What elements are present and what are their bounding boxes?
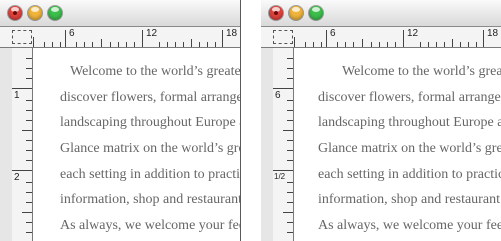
text-line: information, shop and restaurant not	[60, 192, 241, 208]
minimize-button[interactable]	[289, 6, 303, 20]
minimize-button[interactable]	[28, 6, 42, 20]
title-bar[interactable]	[0, 0, 240, 27]
text-line: each setting in addition to practical in	[60, 166, 241, 182]
document-window-left[interactable]: 6 12 18 1 2 Welcome to the world’s great…	[0, 0, 241, 241]
title-bar[interactable]	[261, 0, 501, 27]
hruler-label: 18	[226, 28, 238, 39]
text-line: As always, we welcome your feedbac	[318, 218, 501, 234]
text-line: each setting in addition to practical in	[318, 166, 501, 182]
hruler-label: 6	[330, 28, 336, 39]
text-line: As always, we welcome your feedback	[60, 218, 240, 234]
zoom-button[interactable]	[309, 6, 323, 20]
vertical-ruler[interactable]: 6 1/2	[273, 48, 294, 241]
document-text[interactable]: Welcome to the world’s greatest liv disc…	[318, 59, 501, 239]
vruler-label: 1/2	[274, 172, 286, 181]
text-line: discover flowers, formal arrangement	[318, 89, 501, 105]
hruler-label: 12	[146, 28, 158, 39]
zoom-button[interactable]	[48, 6, 62, 20]
close-button[interactable]	[8, 6, 22, 20]
text-line: landscaping throughout Europe and t	[60, 115, 240, 131]
vruler-label: 2	[14, 172, 20, 183]
vertical-ruler[interactable]: 1 2	[12, 48, 33, 241]
text-line: Glance matrix on the world’s greatest	[60, 141, 240, 157]
ruler-origin-marker[interactable]	[273, 30, 293, 44]
vruler-label: 6	[275, 90, 281, 101]
text-line: landscaping throughout Europe and t	[318, 115, 501, 131]
text-line: Welcome to the world’s greatest liv	[70, 64, 241, 79]
horizontal-ruler[interactable]: 6 12 18	[0, 27, 240, 48]
text-line: Welcome to the world’s greatest liv	[342, 64, 501, 79]
document-window-right[interactable]: 6 12 18 6 1/2 Welcome to the world’s gre…	[261, 0, 501, 241]
hruler-label: 6	[69, 28, 75, 39]
text-line: Glance matrix on the world’s greatest	[318, 141, 501, 157]
close-button[interactable]	[269, 6, 283, 20]
hruler-label: 18	[487, 28, 499, 39]
text-line: information, shop and restaurant not	[318, 192, 501, 208]
ruler-origin-marker[interactable]	[12, 30, 32, 44]
text-line: discover flowers, formal arrangemen	[60, 89, 240, 105]
horizontal-ruler[interactable]: 6 12 18	[261, 27, 501, 48]
close-dot-icon	[13, 11, 17, 15]
vruler-label: 1	[14, 90, 20, 101]
document-text[interactable]: Welcome to the world’s greatest liv disc…	[60, 59, 241, 239]
close-dot-icon	[274, 11, 278, 15]
hruler-label: 12	[407, 28, 419, 39]
